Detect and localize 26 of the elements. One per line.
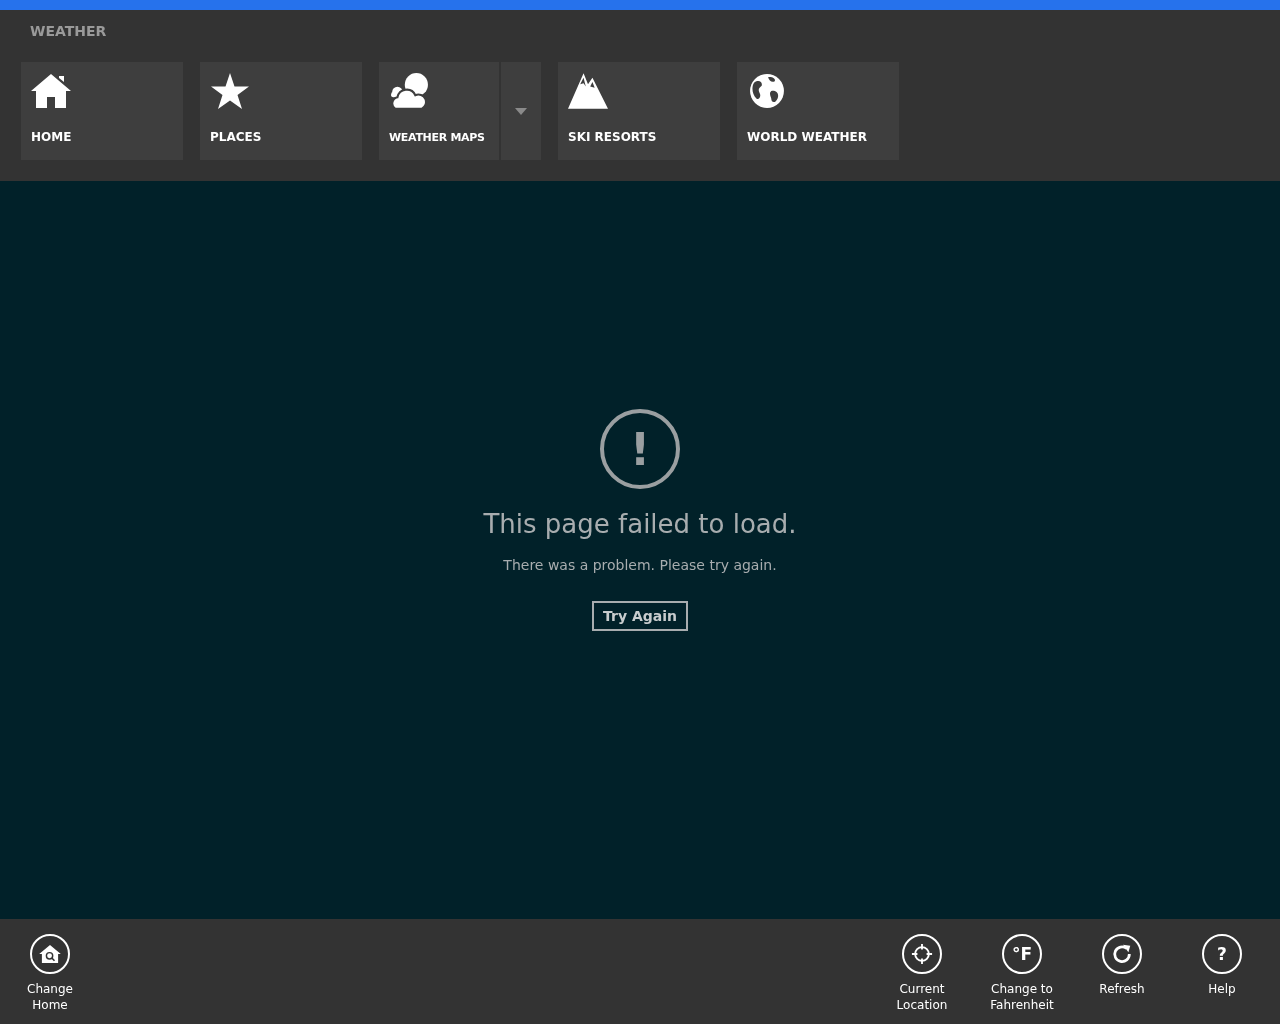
error-message: There was a problem. Please try again.: [503, 557, 777, 573]
star-icon: [210, 73, 250, 109]
nav-tile[interactable]: WEATHER MAPS: [379, 62, 499, 160]
command-label[interactable]: Refresh: [1082, 981, 1162, 997]
command-label[interactable]: Change to Fahrenheit: [982, 981, 1062, 1013]
nav-tile[interactable]: PLACES: [200, 62, 362, 160]
nav-tile[interactable]: WORLD WEATHER: [737, 62, 899, 160]
nav-tile[interactable]: SKI RESORTS: [558, 62, 720, 160]
house-search-icon[interactable]: [30, 934, 70, 974]
error-title: This page failed to load.: [483, 509, 797, 539]
app-title: WEATHER: [29, 23, 108, 41]
warning-icon: !: [600, 409, 680, 489]
crosshair-icon[interactable]: [902, 934, 942, 974]
command-label[interactable]: Change Home: [10, 981, 90, 1013]
command-label[interactable]: Current Location: [882, 981, 962, 1013]
nav-tile[interactable]: HOME: [21, 62, 183, 160]
caret-icon: [515, 107, 527, 115]
globe-icon: [747, 73, 787, 109]
sun-cloud-icon: [389, 73, 429, 109]
try-again-button[interactable]: Try Again: [592, 601, 688, 631]
refresh-icon[interactable]: [1102, 934, 1142, 974]
mountains-icon: [568, 73, 608, 109]
fahrenheit-icon[interactable]: °F: [1002, 934, 1042, 974]
house-icon: [31, 73, 71, 109]
help-icon[interactable]: ?: [1202, 934, 1242, 974]
command-label[interactable]: Help: [1182, 981, 1262, 997]
